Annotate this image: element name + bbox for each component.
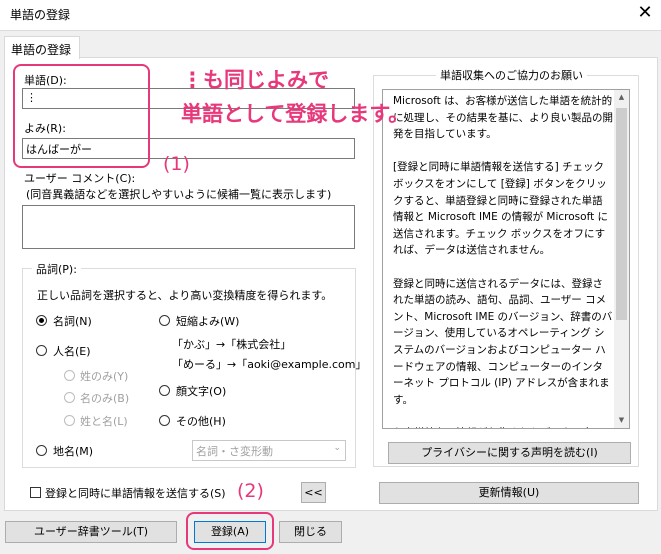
- scroll-down-icon[interactable]: ▼: [614, 413, 629, 428]
- noun-radio[interactable]: [36, 315, 47, 326]
- comment-input[interactable]: [22, 205, 355, 249]
- tab-register-word[interactable]: 単語の登録: [4, 36, 80, 59]
- info-textbox[interactable]: Microsoft は、お客様が送信した単語を統計的に処理し、その結果を基に、よ…: [382, 89, 630, 429]
- surname-label: 姓のみ(Y): [80, 370, 129, 383]
- collapse-button[interactable]: <<: [301, 482, 326, 503]
- short-label[interactable]: 短縮よみ(W): [176, 313, 239, 329]
- comment-hint: (同音異義語などを選択しやすいように候補一覧に表示します): [26, 188, 332, 201]
- emoticon-radio[interactable]: [159, 385, 170, 396]
- pos-legend: 品詞(P):: [32, 261, 81, 277]
- window-title: 単語の登録: [10, 8, 71, 22]
- privacy-button[interactable]: プライバシーに関する声明を読む(I): [388, 442, 631, 464]
- scroll-up-icon[interactable]: ▲: [614, 90, 629, 105]
- other-radio[interactable]: [159, 415, 170, 426]
- title-bar: 単語の登録 ✕: [0, 0, 661, 30]
- short-example-2: 「めーる」→「aoki@example.com」: [172, 358, 367, 371]
- fullname-label: 姓と名(L): [80, 415, 128, 428]
- pos-select[interactable]: 名詞・さ変形動 ⌄: [192, 440, 346, 461]
- emoticon-label[interactable]: 顔文字(O): [176, 383, 226, 399]
- scroll-thumb[interactable]: [616, 108, 627, 320]
- user-dictionary-tool-button[interactable]: ユーザー辞書ツール(T): [5, 521, 177, 543]
- step-2-label: (2): [237, 480, 264, 502]
- other-label[interactable]: その他(H): [176, 413, 226, 429]
- surname-radio[interactable]: [64, 370, 75, 381]
- person-label[interactable]: 人名(E): [53, 343, 91, 359]
- givenname-radio[interactable]: [64, 392, 75, 403]
- send-checkbox[interactable]: [30, 487, 41, 498]
- place-radio[interactable]: [36, 445, 47, 456]
- person-radio[interactable]: [36, 345, 47, 356]
- step-1-label: (1): [163, 153, 190, 175]
- send-checkbox-label[interactable]: 登録と同時に単語情報を送信する(S): [45, 485, 226, 501]
- annotation-line-1: ⋮も同じよみで: [182, 68, 329, 92]
- place-label[interactable]: 地名(M): [53, 443, 93, 459]
- chevron-down-icon: ⌄: [333, 443, 341, 453]
- comment-label: ユーザー コメント(C):: [24, 172, 136, 185]
- short-radio[interactable]: [159, 315, 170, 326]
- short-example-1: 「かぶ」→「株式会社」: [172, 338, 292, 351]
- pos-description: 正しい品詞を選択すると、より高い変換精度を得られます。: [37, 289, 333, 302]
- info-legend: 単語収集へのご協力のお願い: [436, 67, 587, 83]
- noun-label[interactable]: 名詞(N): [53, 313, 92, 329]
- tab-label: 単語の登録: [11, 43, 72, 57]
- info-text: Microsoft は、お客様が送信した単語を統計的に処理し、その結果を基に、よ…: [393, 95, 613, 428]
- update-info-button[interactable]: 更新情報(U): [379, 482, 639, 504]
- fullname-radio[interactable]: [64, 415, 75, 426]
- close-button[interactable]: 閉じる: [279, 521, 342, 543]
- close-icon[interactable]: ✕: [632, 1, 658, 27]
- givenname-label: 名のみ(B): [80, 392, 130, 405]
- pos-select-value: 名詞・さ変形動: [196, 445, 273, 458]
- annotation-line-2: 単語として登録します。: [181, 102, 410, 126]
- highlight-register: [186, 512, 274, 550]
- info-scrollbar[interactable]: ▲ ▼: [614, 90, 629, 428]
- highlight-word-reading: [13, 64, 150, 168]
